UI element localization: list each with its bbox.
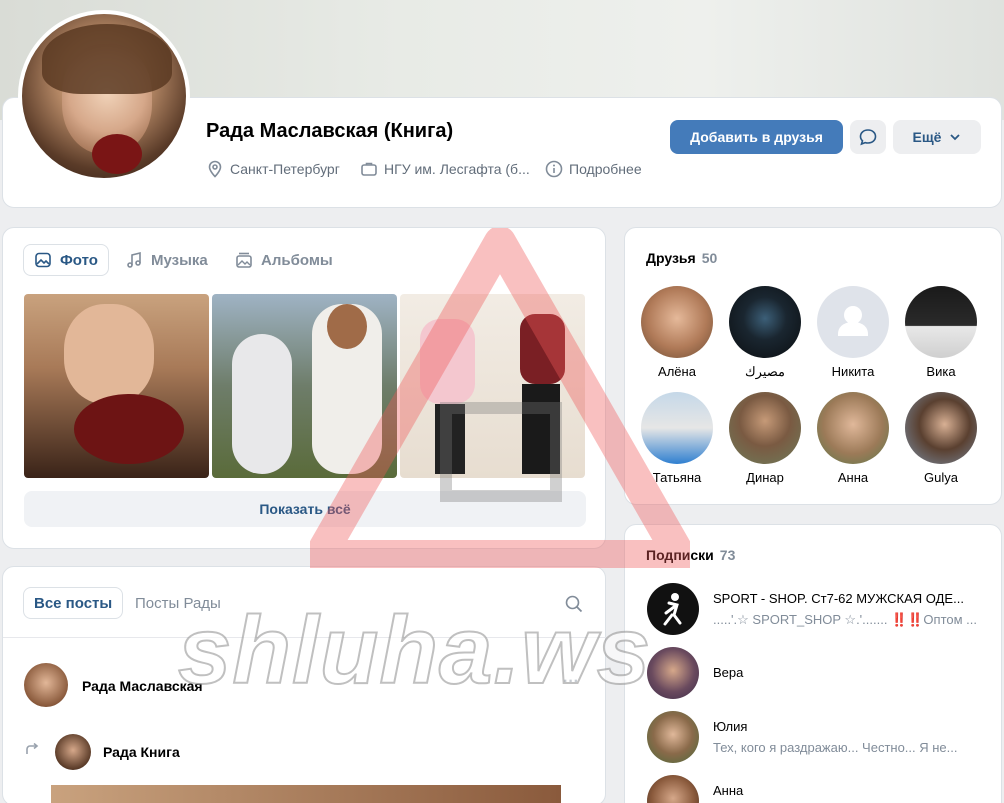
avatar [647,775,699,803]
avatar [641,392,713,464]
profile-city[interactable]: Санкт-Петербург [206,158,340,180]
user-placeholder-icon [838,306,868,336]
subscriptions-title-label: Подписки [646,547,714,563]
profile-more-info[interactable]: Подробнее [545,158,642,180]
friend-item[interactable]: Алёна [632,286,722,379]
avatar [729,286,801,358]
avatar[interactable] [24,663,68,707]
athlete-logo-icon [663,593,682,626]
posts-card: Все посты Посты Рады Рада Маславская ···… [2,566,607,803]
more-button[interactable]: Ещё [893,120,981,154]
friends-count: 50 [701,250,718,266]
post-image[interactable] [51,785,561,803]
profile-name: Рада Маславская (Книга) [206,120,454,142]
photos-card: Фото Музыка Альбомы Показать всё [2,227,606,549]
subscription-title: Анна [713,783,744,798]
subscription-desc: Тех, кого я раздражаю... Честно... Я не.… [713,740,958,755]
photo-thumbnail[interactable] [400,294,585,478]
friend-item[interactable]: Татьяна [632,392,722,485]
friend-item[interactable]: مصيرك [720,286,810,380]
avatar [905,286,977,358]
repost-author[interactable]: Рада Книга [103,744,180,760]
subscription-title: Вера [713,665,744,680]
posts-divider [3,637,607,638]
briefcase-icon [361,162,377,176]
post-more-button[interactable]: ··· [563,673,579,691]
avatar [729,392,801,464]
photo-thumbnail[interactable] [24,294,209,478]
friend-name: Анна [837,470,869,485]
avatar [817,286,889,358]
friend-name: Алёна [658,364,696,379]
friend-name: Динар [746,470,784,485]
photo-thumbnail[interactable] [212,294,397,478]
friends-card: Друзья 50 Алёна مصيرك Никита Вика Татьяна… [624,227,1002,505]
more-label: Ещё [912,129,942,145]
subscription-item[interactable]: Вера [645,647,995,703]
repost-icon [26,742,39,754]
add-friend-button[interactable]: Добавить в друзья [670,120,843,154]
more-info-label: Подробнее [569,161,642,177]
avatar [817,392,889,464]
subscription-title: SPORT - SHOP. Ст7-62 МУЖСКАЯ ОДЕ... [713,591,964,606]
message-icon [859,129,877,146]
avatar [647,583,699,635]
friend-item[interactable]: Gulya [896,392,986,485]
friend-item[interactable]: Анна [808,392,898,485]
avatar[interactable] [55,734,91,770]
profile-avatar[interactable] [18,10,190,182]
friend-name: Gulya [924,470,958,485]
subscriptions-count: 73 [719,547,736,563]
friend-item[interactable]: Никита [808,286,898,379]
message-button[interactable] [850,120,886,154]
friends-title[interactable]: Друзья 50 [646,250,717,266]
tab-albums[interactable]: Альбомы [225,244,343,276]
friend-item[interactable]: Динар [720,392,810,485]
show-all-button[interactable]: Показать всё [24,491,586,527]
tab-all-posts[interactable]: Все посты [23,587,124,619]
avatar [647,711,699,763]
subscriptions-card: Подписки 73 SPORT - SHOP. Ст7-62 МУЖСКАЯ … [624,524,1002,803]
subscription-title: Юлия [713,719,748,734]
friend-name: Татьяна [652,470,702,485]
tab-music[interactable]: Музыка [115,244,218,276]
tab-music-label: Музыка [151,251,208,269]
city-label: Санкт-Петербург [230,161,340,177]
avatar [905,392,977,464]
album-icon [236,252,252,268]
tab-rada-posts[interactable]: Посты Рады [125,587,231,619]
music-icon [127,251,141,268]
friend-name: مصيرك [744,364,786,379]
subscription-desc: .....'.☆ SPORT_SHOP ☆.'....... ‼️‼️Оптом… [713,612,978,627]
profile-education[interactable]: НГУ им. Лесгафта (б... [360,158,530,180]
tab-albums-label: Альбомы [261,251,333,269]
friend-name: Вика [926,364,956,379]
info-icon [545,160,563,178]
friend-item[interactable]: Вика [896,286,986,379]
friend-name: Никита [831,364,875,379]
avatar [641,286,713,358]
subscription-item[interactable]: Анна [645,775,995,803]
search-icon[interactable] [564,594,584,614]
subscription-item[interactable]: Юлия Тех, кого я раздражаю... Честно... … [645,711,995,767]
subscriptions-title[interactable]: Подписки 73 [646,547,735,563]
friends-title-label: Друзья [646,250,696,266]
education-label: НГУ им. Лесгафта (б... [384,161,530,177]
location-icon [208,160,222,178]
chevron-down-icon [950,134,961,141]
tab-photos[interactable]: Фото [23,244,109,276]
avatar [647,647,699,699]
tab-photos-label: Фото [60,251,98,269]
post-author[interactable]: Рада Маславская [82,678,203,694]
subscription-item[interactable]: SPORT - SHOP. Ст7-62 МУЖСКАЯ ОДЕ... ....… [645,583,995,639]
photo-icon [35,252,51,268]
